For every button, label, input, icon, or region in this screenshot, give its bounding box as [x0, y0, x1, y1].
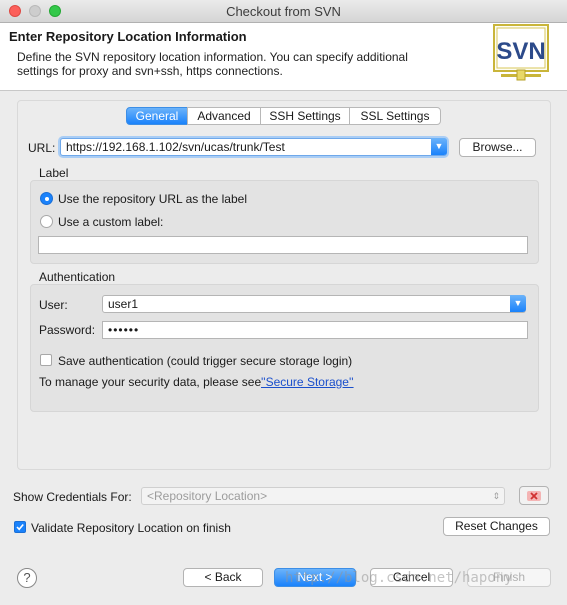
save-auth-label: Save authentication (could trigger secur… — [58, 354, 353, 368]
tab-advanced[interactable]: Advanced — [187, 107, 261, 125]
watermark-text: http://blog.csdn.net/hapony — [285, 570, 513, 586]
chevron-down-icon[interactable]: ▼ — [431, 138, 447, 155]
user-value: user1 — [108, 297, 139, 311]
credentials-select[interactable]: <Repository Location> ⇕ — [141, 487, 505, 505]
user-combobox[interactable]: user1 ▼ — [102, 295, 526, 313]
save-auth-checkbox[interactable] — [40, 354, 52, 366]
show-credentials-label: Show Credentials For: — [13, 490, 132, 504]
help-icon[interactable]: ? — [17, 568, 37, 588]
validate-label: Validate Repository Location on finish — [31, 521, 231, 535]
delete-credentials-button[interactable] — [519, 486, 549, 505]
svn-logo-icon: SVN — [493, 24, 549, 81]
wizard-header: Enter Repository Location Information De… — [0, 23, 567, 91]
back-button[interactable]: < Back — [183, 568, 263, 587]
secure-storage-link[interactable]: ''Secure Storage'' — [261, 375, 354, 389]
auth-group-title: Authentication — [39, 270, 116, 284]
password-label: Password: — [39, 323, 96, 337]
radio-custom-label[interactable] — [40, 215, 53, 228]
checkmark-icon — [16, 523, 24, 531]
tab-ssh-settings[interactable]: SSH Settings — [260, 107, 350, 125]
credentials-placeholder: <Repository Location> — [147, 489, 268, 503]
delete-x-icon — [527, 491, 541, 501]
window-title: Checkout from SVN — [226, 4, 341, 19]
browse-button[interactable]: Browse... — [459, 138, 536, 157]
url-combobox[interactable]: https://192.168.1.102/svn/ucas/trunk/Tes… — [60, 138, 447, 156]
tab-ssl-settings[interactable]: SSL Settings — [349, 107, 441, 125]
page-description: Define the SVN repository location infor… — [17, 50, 408, 78]
reset-changes-button[interactable]: Reset Changes — [443, 517, 550, 536]
user-label: User: — [39, 298, 68, 312]
page-title: Enter Repository Location Information — [9, 29, 247, 44]
svn-logo-text: SVN — [496, 38, 545, 65]
url-label: URL: — [28, 141, 56, 155]
label-group-title: Label — [39, 166, 69, 180]
validate-checkbox[interactable] — [14, 521, 26, 533]
radio-repo-url-text: Use the repository URL as the label — [58, 192, 247, 206]
chevron-down-icon[interactable]: ▼ — [510, 295, 526, 312]
window-titlebar: Checkout from SVN — [0, 0, 567, 23]
tab-general[interactable]: General — [126, 107, 188, 125]
up-down-chevron-icon: ⇕ — [492, 491, 500, 501]
custom-label-input[interactable] — [38, 236, 528, 254]
radio-repo-url-label[interactable] — [40, 192, 53, 205]
radio-custom-label-text: Use a custom label: — [58, 215, 164, 229]
url-value: https://192.168.1.102/svn/ucas/trunk/Tes… — [66, 140, 285, 154]
manage-security-text: To manage your security data, please see — [39, 375, 262, 389]
password-input[interactable]: •••••• — [102, 321, 528, 339]
